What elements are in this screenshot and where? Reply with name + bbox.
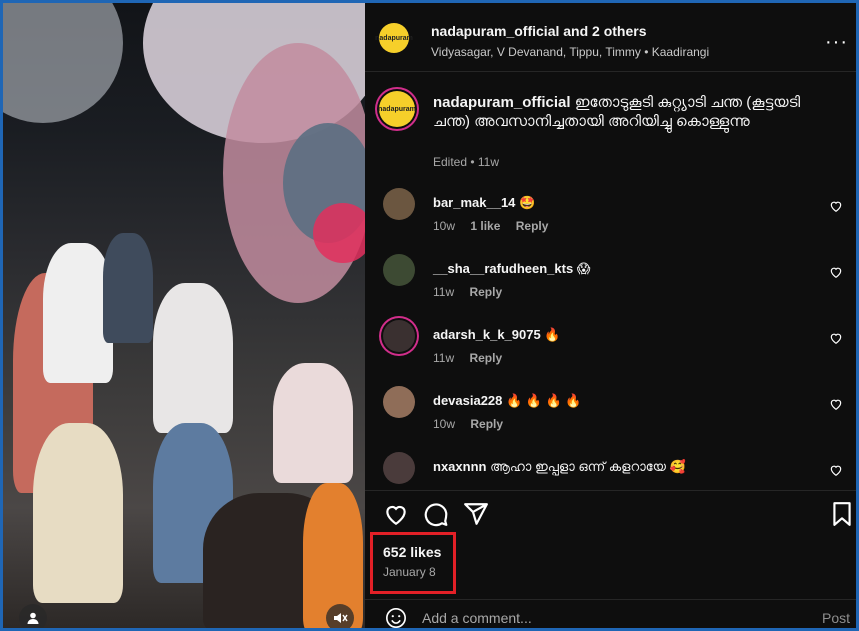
comment-meta: 10w 1 like Reply bbox=[433, 219, 560, 233]
comment-text: 😱 bbox=[576, 261, 591, 276]
comment-meta: 11w Reply bbox=[433, 351, 514, 365]
comment-body: devasia228 🔥 🔥 🔥 🔥 bbox=[433, 393, 582, 409]
comment-body: nxaxnnn ആഹാ ഇപ്പളാ ഒന്ന് കളറായേ 🥰 bbox=[433, 459, 686, 475]
caption-username[interactable]: nadapuram_official bbox=[433, 94, 571, 111]
emoji-icon[interactable] bbox=[385, 607, 407, 629]
window-frame: nadapuram nadapuram_official and 2 other… bbox=[0, 0, 859, 631]
post-video[interactable] bbox=[3, 3, 365, 628]
comment-item: bar_mak__14 🤩 10w 1 like Reply bbox=[383, 183, 853, 245]
caption-text-block: nadapuram_official ഇതോടുകൂടി കുറ്റ്യാടി … bbox=[433, 93, 803, 131]
user-tag-icon[interactable] bbox=[19, 604, 47, 628]
header-divider bbox=[365, 71, 856, 72]
commenter-username[interactable]: __sha__rafudheen_kts bbox=[433, 261, 573, 276]
comment-text: 🔥 🔥 🔥 🔥 bbox=[506, 393, 582, 408]
comment-likes[interactable]: 1 like bbox=[470, 219, 500, 233]
light-shape bbox=[3, 3, 123, 123]
share-icon[interactable] bbox=[463, 501, 489, 527]
post-button[interactable]: Post bbox=[822, 610, 850, 626]
heart-icon[interactable] bbox=[383, 501, 409, 527]
comment-icon[interactable] bbox=[423, 501, 449, 527]
comment-body: bar_mak__14 🤩 bbox=[433, 195, 535, 211]
author-username[interactable]: nadapuram_official bbox=[431, 23, 559, 39]
muted-speaker-icon[interactable] bbox=[326, 604, 354, 628]
comment-time: 10w bbox=[433, 219, 456, 233]
heart-icon[interactable] bbox=[829, 463, 843, 477]
actions-divider bbox=[365, 490, 856, 491]
comment-meta: 10w Reply bbox=[433, 417, 515, 431]
more-horizontal-icon[interactable]: ··· bbox=[825, 31, 848, 54]
commenter-avatar[interactable] bbox=[383, 452, 415, 484]
comment-time: 11w bbox=[433, 351, 455, 365]
person-figure bbox=[273, 363, 353, 483]
reply-button[interactable]: Reply bbox=[470, 417, 503, 431]
commenter-username[interactable]: nxaxnnn bbox=[433, 459, 486, 474]
heart-icon[interactable] bbox=[829, 331, 843, 345]
caption-avatar[interactable]: nadapuram bbox=[378, 91, 416, 127]
caption-meta: Edited • 11w bbox=[433, 155, 500, 169]
reply-button[interactable]: Reply bbox=[469, 285, 502, 299]
comment-time: 11w bbox=[433, 285, 455, 299]
comment-meta: 11w Reply bbox=[433, 285, 514, 299]
reply-button[interactable]: Reply bbox=[469, 351, 502, 365]
balloon-shape-4 bbox=[313, 203, 365, 263]
header-title: nadapuram_official and 2 others bbox=[431, 23, 647, 39]
comment-item: devasia228 🔥 🔥 🔥 🔥 10w Reply bbox=[383, 381, 853, 443]
collaborators-and-audio[interactable]: Vidyasagar, V Devanand, Tippu, Timmy • K… bbox=[431, 45, 709, 59]
comment-body: adarsh_k_k_9075 🔥 bbox=[433, 327, 561, 343]
reply-button[interactable]: Reply bbox=[516, 219, 549, 233]
person-figure bbox=[103, 233, 153, 343]
highlight-box bbox=[370, 532, 456, 594]
comment-item: adarsh_k_k_9075 🔥 11w Reply bbox=[383, 315, 853, 377]
comments-list[interactable]: bar_mak__14 🤩 10w 1 like Reply __sha__ra… bbox=[365, 183, 856, 488]
post-details-panel: nadapuram nadapuram_official and 2 other… bbox=[365, 3, 856, 629]
collab-suffix[interactable]: and 2 others bbox=[563, 23, 646, 39]
bookmark-icon[interactable] bbox=[829, 501, 855, 527]
heart-icon[interactable] bbox=[829, 397, 843, 411]
comment-text: 🔥 bbox=[544, 327, 561, 342]
person-figure bbox=[33, 423, 123, 603]
comment-time: 10w bbox=[433, 417, 456, 431]
heart-icon[interactable] bbox=[829, 199, 843, 213]
comment-body: __sha__rafudheen_kts 😱 bbox=[433, 261, 590, 277]
commenter-username[interactable]: bar_mak__14 bbox=[433, 195, 515, 210]
commenter-avatar[interactable] bbox=[383, 386, 415, 418]
comment-item: nxaxnnn ആഹാ ഇപ്പളാ ഒന്ന് കളറായേ 🥰 bbox=[383, 447, 853, 488]
composer-divider bbox=[365, 599, 856, 600]
comment-text: 🤩 bbox=[519, 195, 536, 210]
author-avatar[interactable]: nadapuram bbox=[375, 23, 413, 53]
commenter-avatar[interactable] bbox=[383, 188, 415, 220]
commenter-avatar[interactable] bbox=[383, 254, 415, 286]
post-header: nadapuram nadapuram_official and 2 other… bbox=[365, 3, 856, 71]
comment-input[interactable]: Add a comment... bbox=[422, 610, 532, 626]
commenter-username[interactable]: devasia228 bbox=[433, 393, 502, 408]
commenter-username[interactable]: adarsh_k_k_9075 bbox=[433, 327, 541, 342]
commenter-avatar[interactable] bbox=[383, 320, 415, 352]
comment-item: __sha__rafudheen_kts 😱 11w Reply bbox=[383, 249, 853, 311]
comment-text: ആഹാ ഇപ്പളാ ഒന്ന് കളറായേ 🥰 bbox=[490, 459, 686, 474]
person-figure bbox=[153, 283, 233, 433]
heart-icon[interactable] bbox=[829, 265, 843, 279]
